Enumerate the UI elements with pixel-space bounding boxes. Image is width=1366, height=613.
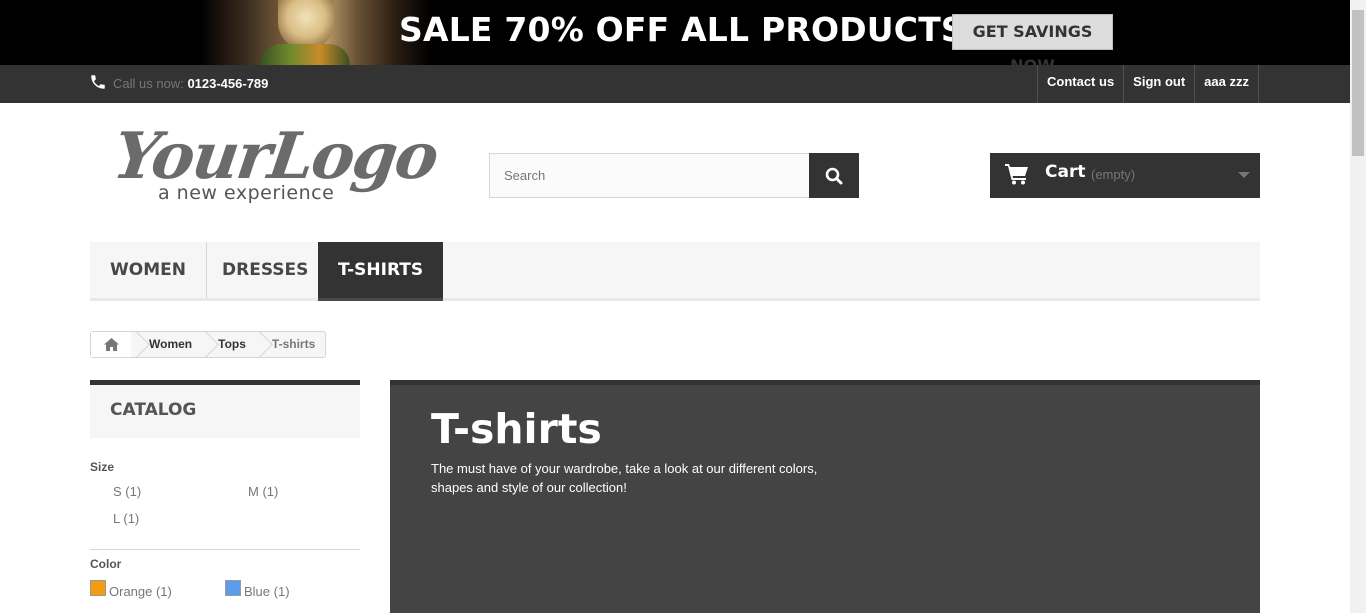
main-menu: WOMEN DRESSES T-SHIRTS [90, 242, 1260, 301]
shopping-cart-icon [1005, 164, 1028, 185]
search-input[interactable] [490, 154, 810, 197]
phone-icon [91, 75, 105, 89]
menu-item-women[interactable]: WOMEN [90, 242, 207, 298]
promo-headline: SALE 70% OFF ALL PRODUCTS [399, 10, 965, 49]
home-icon [103, 338, 119, 351]
menu-item-t-shirts[interactable]: T-SHIRTS [318, 242, 444, 301]
color-option-orange[interactable]: Orange (1) [109, 584, 172, 599]
filter-divider [90, 549, 360, 550]
category-description: The must have of your wardrobe, take a l… [431, 461, 818, 495]
call-us-text: Call us now: 0123-456-789 [113, 76, 268, 91]
color-option-blue[interactable]: Blue (1) [244, 584, 290, 599]
site-logo[interactable]: YourLogo a new experience [109, 119, 442, 212]
breadcrumb: Women Tops T-shirts [90, 331, 327, 358]
sign-out-link[interactable]: Sign out [1123, 65, 1194, 103]
account-name-link[interactable]: aaa zzz [1194, 65, 1259, 103]
promo-model-image [200, 0, 430, 65]
breadcrumb-current: T-shirts [271, 337, 316, 351]
page-scrollbar[interactable] [1350, 0, 1366, 613]
size-option-l[interactable]: L (1) [113, 511, 139, 526]
promo-banner[interactable]: SALE 70% OFF ALL PRODUCTS GET SAVINGS NO… [0, 0, 1350, 65]
cart-status: (empty) [1091, 167, 1136, 182]
call-prefix: Call us now: [113, 76, 184, 91]
search-icon [825, 167, 843, 185]
color-swatch-blue[interactable] [225, 580, 241, 596]
category-title: T-shirts [431, 405, 602, 453]
chevron-down-icon [1238, 172, 1250, 178]
get-savings-button[interactable]: GET SAVINGS NOW [952, 14, 1113, 65]
catalog-title: CATALOG [110, 400, 197, 420]
search-box [489, 153, 859, 198]
menu-item-dresses[interactable]: DRESSES [202, 242, 330, 298]
category-banner: T-shirts The must have of your wardrobe,… [390, 380, 1260, 613]
phone-number: 0123-456-789 [187, 76, 269, 91]
search-button[interactable] [809, 153, 859, 198]
cart-button[interactable]: Cart (empty) [990, 153, 1260, 198]
color-filter-title: Color [90, 557, 122, 571]
logo-tagline: a new experience [158, 182, 335, 204]
cart-label: Cart [1045, 162, 1086, 182]
catalog-block: CATALOG [90, 380, 360, 438]
size-option-s[interactable]: S (1) [113, 484, 141, 499]
account-links: Contact us Sign out aaa zzz [1037, 65, 1259, 103]
top-nav-bar: Call us now: 0123-456-789 Contact us Sig… [0, 65, 1350, 103]
size-filter-title: Size [90, 460, 115, 474]
size-option-m[interactable]: M (1) [248, 484, 278, 499]
scrollbar-thumb[interactable] [1352, 10, 1364, 156]
color-swatch-orange[interactable] [90, 580, 106, 596]
contact-us-link[interactable]: Contact us [1037, 65, 1123, 103]
